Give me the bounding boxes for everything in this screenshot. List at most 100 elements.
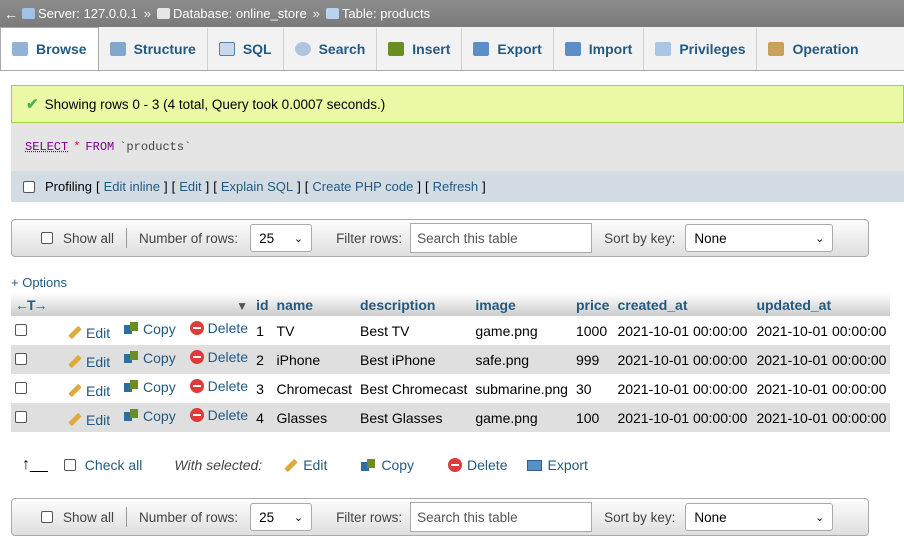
tab-search[interactable]: Search bbox=[284, 28, 378, 70]
column-header-name[interactable]: name bbox=[272, 293, 356, 316]
edit-link[interactable]: Edit bbox=[179, 179, 201, 194]
cell-id[interactable]: 2 bbox=[252, 345, 273, 374]
column-header-id[interactable]: id bbox=[252, 293, 273, 316]
edit-label: Edit bbox=[86, 324, 111, 341]
column-header-updated-at[interactable]: updated_at bbox=[752, 293, 891, 316]
tab-export[interactable]: Export bbox=[462, 28, 554, 70]
breadcrumb-database[interactable]: Database: online_store bbox=[156, 6, 307, 21]
tab-insert[interactable]: Insert bbox=[377, 28, 463, 70]
breadcrumb-table[interactable]: Table: products bbox=[325, 6, 430, 21]
check-all-checkbox[interactable] bbox=[63, 459, 76, 471]
rows-select[interactable]: 25 ⌄ bbox=[250, 224, 313, 252]
delete-button[interactable]: Delete bbox=[189, 378, 248, 394]
cell-description[interactable]: Best iPhone bbox=[355, 345, 472, 374]
cell-created-at[interactable]: 2021-10-01 00:00:00 bbox=[613, 374, 753, 403]
tab-import[interactable]: Import bbox=[554, 28, 645, 70]
row-checkbox[interactable] bbox=[15, 381, 27, 394]
column-header-description[interactable]: description bbox=[355, 293, 472, 316]
sort-select[interactable]: None ⌄ bbox=[685, 503, 834, 531]
cell-updated-at[interactable]: 2021-10-01 00:00:00 bbox=[752, 374, 891, 403]
tab-sql[interactable]: SQL bbox=[208, 28, 284, 70]
column-header-price[interactable]: price bbox=[571, 293, 614, 316]
row-checkbox[interactable] bbox=[15, 323, 27, 336]
cell-image[interactable]: safe.png bbox=[471, 345, 572, 374]
copy-icon bbox=[124, 409, 139, 422]
sql-keyword-select[interactable]: SELECT bbox=[25, 140, 68, 154]
cell-image[interactable]: game.png bbox=[471, 316, 572, 345]
cell-name[interactable]: Chromecast bbox=[272, 374, 356, 403]
row-checkbox[interactable] bbox=[15, 352, 27, 365]
cell-created-at[interactable]: 2021-10-01 00:00:00 bbox=[613, 403, 753, 432]
delete-button[interactable]: Delete bbox=[189, 320, 248, 336]
cell-updated-at[interactable]: 2021-10-01 00:00:00 bbox=[752, 403, 891, 432]
cell-price[interactable]: 1000 bbox=[571, 316, 614, 345]
show-all-checkbox[interactable] bbox=[41, 511, 53, 523]
delete-button[interactable]: Delete bbox=[189, 407, 248, 423]
check-all-label[interactable]: Check all bbox=[85, 457, 143, 473]
tab-privileges[interactable]: Privileges bbox=[644, 28, 758, 70]
cell-created-at[interactable]: 2021-10-01 00:00:00 bbox=[613, 345, 753, 374]
cell-updated-at[interactable]: 2021-10-01 00:00:00 bbox=[752, 316, 891, 345]
privileges-icon bbox=[655, 42, 672, 56]
bulk-delete-button[interactable]: Delete bbox=[448, 457, 507, 473]
cell-price[interactable]: 100 bbox=[571, 403, 614, 432]
tab-bar: Browse Structure SQL Search Insert Expor… bbox=[0, 27, 904, 71]
back-arrow-icon[interactable]: ← bbox=[0, 6, 22, 22]
bulk-copy-button[interactable]: Copy bbox=[361, 457, 414, 473]
cell-id[interactable]: 1 bbox=[252, 316, 273, 345]
bulk-export-button[interactable]: Export bbox=[527, 457, 588, 473]
refresh-link[interactable]: Refresh bbox=[433, 179, 479, 194]
cell-image[interactable]: submarine.png bbox=[471, 374, 572, 403]
cell-price[interactable]: 999 bbox=[571, 345, 614, 374]
row-select-cell bbox=[11, 374, 64, 403]
cell-description[interactable]: Best TV bbox=[355, 316, 472, 345]
copy-button[interactable]: Copy bbox=[124, 408, 176, 424]
copy-button[interactable]: Copy bbox=[124, 379, 176, 395]
filter-input[interactable]: Search this table bbox=[410, 502, 593, 532]
delete-button[interactable]: Delete bbox=[189, 349, 248, 365]
cell-id[interactable]: 3 bbox=[252, 374, 273, 403]
operations-icon bbox=[768, 42, 785, 56]
bulk-delete-label: Delete bbox=[467, 457, 508, 473]
cell-name[interactable]: iPhone bbox=[272, 345, 356, 374]
tab-structure[interactable]: Structure bbox=[99, 28, 208, 70]
edit-button[interactable]: Edit bbox=[68, 325, 110, 341]
sort-indicator-icon[interactable]: ▼ bbox=[236, 299, 248, 313]
row-checkbox[interactable] bbox=[15, 410, 27, 423]
cell-updated-at[interactable]: 2021-10-01 00:00:00 bbox=[752, 345, 891, 374]
edit-button[interactable]: Edit bbox=[68, 383, 110, 399]
cell-image[interactable]: game.png bbox=[471, 403, 572, 432]
edit-inline-link[interactable]: Edit inline bbox=[104, 179, 160, 194]
profiling-checkbox[interactable] bbox=[23, 180, 35, 193]
bracket: ] bbox=[163, 179, 168, 194]
row-actions: Edit Copy Delete bbox=[64, 345, 253, 374]
cell-price[interactable]: 30 bbox=[571, 374, 614, 403]
breadcrumb-server[interactable]: Server: 127.0.0.1 bbox=[22, 6, 138, 21]
edit-button[interactable]: Edit bbox=[68, 412, 110, 428]
column-toggle-header[interactable]: ←T→ bbox=[11, 293, 64, 316]
show-all-checkbox[interactable] bbox=[41, 232, 53, 244]
column-header-created-at[interactable]: created_at bbox=[613, 293, 753, 316]
column-header-image[interactable]: image bbox=[471, 293, 572, 316]
rows-select[interactable]: 25 ⌄ bbox=[250, 503, 313, 531]
cell-name[interactable]: TV bbox=[272, 316, 356, 345]
cell-name[interactable]: Glasses bbox=[272, 403, 356, 432]
tab-operations[interactable]: Operation bbox=[757, 28, 869, 70]
edit-button[interactable]: Edit bbox=[68, 354, 110, 370]
copy-button[interactable]: Copy bbox=[124, 321, 176, 337]
breadcrumb-separator: » bbox=[312, 6, 320, 21]
bulk-edit-button[interactable]: Edit bbox=[284, 457, 327, 473]
sort-select[interactable]: None ⌄ bbox=[685, 224, 834, 252]
copy-button[interactable]: Copy bbox=[124, 350, 176, 366]
filter-input[interactable]: Search this table bbox=[410, 223, 593, 253]
cell-description[interactable]: Best Glasses bbox=[355, 403, 472, 432]
tab-browse[interactable]: Browse bbox=[0, 27, 99, 70]
create-php-code-link[interactable]: Create PHP code bbox=[312, 179, 413, 194]
copy-label: Copy bbox=[143, 378, 176, 395]
options-link[interactable]: + Options bbox=[11, 275, 67, 290]
explain-sql-link[interactable]: Explain SQL bbox=[221, 179, 293, 194]
cell-description[interactable]: Best Chromecast bbox=[355, 374, 472, 403]
chevron-down-icon: ⌄ bbox=[815, 511, 825, 524]
cell-created-at[interactable]: 2021-10-01 00:00:00 bbox=[613, 316, 753, 345]
cell-id[interactable]: 4 bbox=[252, 403, 273, 432]
